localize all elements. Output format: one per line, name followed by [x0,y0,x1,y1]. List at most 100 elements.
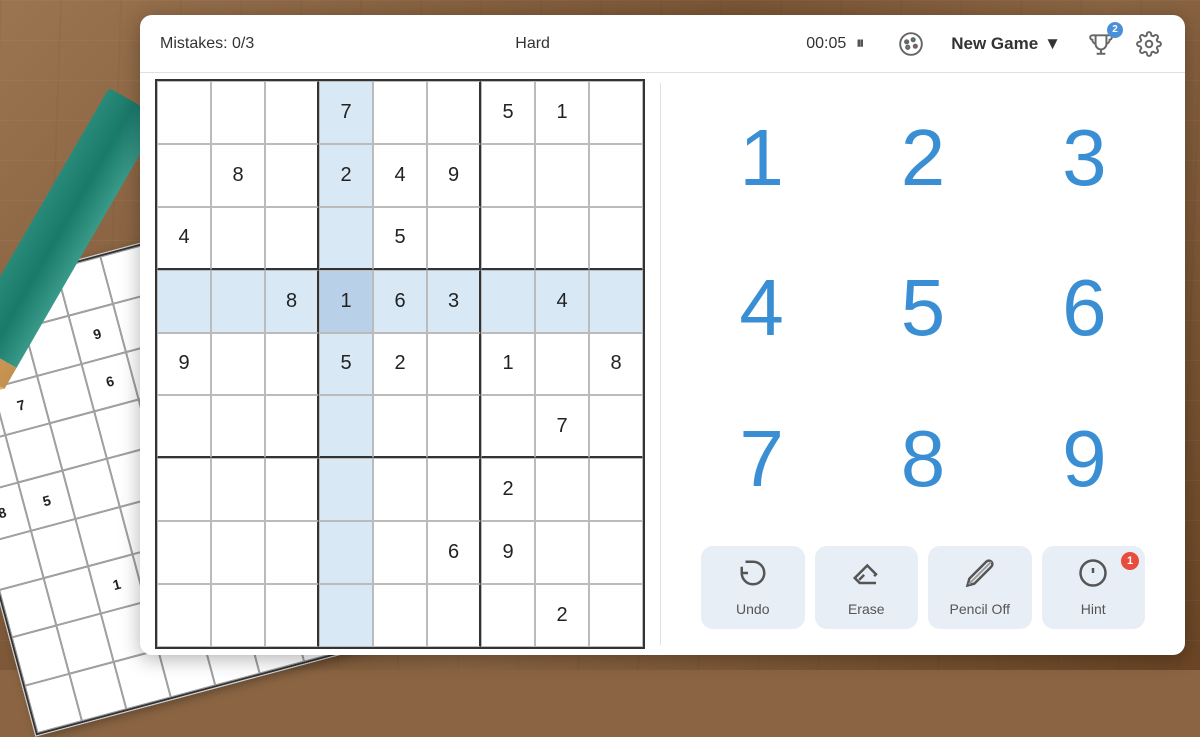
sudoku-cell[interactable]: 9 [157,333,211,396]
sudoku-cell[interactable] [319,584,373,647]
sudoku-cell[interactable]: 6 [427,521,481,584]
sudoku-cell[interactable] [589,584,643,647]
sudoku-cell[interactable]: 4 [157,207,211,270]
sudoku-cell[interactable] [589,458,643,521]
sudoku-cell[interactable]: 2 [535,584,589,647]
number-button-2[interactable]: 2 [842,83,1003,233]
sudoku-cell[interactable] [157,521,211,584]
sudoku-cell[interactable] [589,81,643,144]
sudoku-cell[interactable] [157,458,211,521]
sudoku-cell[interactable] [211,584,265,647]
sudoku-cell[interactable] [157,395,211,458]
sudoku-cell[interactable]: 7 [319,81,373,144]
sudoku-cell[interactable] [319,207,373,270]
sudoku-cell[interactable] [211,270,265,333]
number-button-5[interactable]: 5 [842,233,1003,383]
sudoku-cell[interactable]: 8 [211,144,265,207]
sudoku-cell[interactable] [265,81,319,144]
sudoku-cell[interactable] [427,458,481,521]
settings-button[interactable] [1133,28,1165,60]
number-button-6[interactable]: 6 [1004,233,1165,383]
sudoku-cell[interactable] [481,395,535,458]
sudoku-cell[interactable] [265,144,319,207]
sudoku-cell[interactable] [373,395,427,458]
sudoku-cell[interactable] [265,333,319,396]
sudoku-cell[interactable] [589,144,643,207]
pencil-button[interactable]: Pencil Off [928,546,1032,629]
pause-button[interactable]: ⏸ [856,35,864,53]
trophy-button[interactable]: 2 [1085,28,1117,60]
number-button-9[interactable]: 9 [1004,384,1165,534]
sudoku-cell[interactable] [265,458,319,521]
erase-button[interactable]: Erase [815,546,919,629]
sudoku-cell[interactable] [319,521,373,584]
sudoku-cell[interactable] [535,144,589,207]
sudoku-cell[interactable]: 4 [373,144,427,207]
sudoku-cell[interactable] [319,395,373,458]
sudoku-cell[interactable] [265,521,319,584]
number-button-1[interactable]: 1 [681,83,842,233]
sudoku-cell[interactable] [211,458,265,521]
sudoku-cell[interactable]: 1 [481,333,535,396]
sudoku-cell[interactable]: 6 [373,270,427,333]
sudoku-cell[interactable] [211,207,265,270]
hint-button[interactable]: Hint1 [1042,546,1146,629]
new-game-button[interactable]: New Game ▼ [943,30,1069,58]
sudoku-cell[interactable]: 9 [427,144,481,207]
sudoku-cell[interactable] [265,584,319,647]
sudoku-cell[interactable]: 2 [373,333,427,396]
sudoku-cell[interactable] [589,270,643,333]
sudoku-cell[interactable] [589,395,643,458]
sudoku-cell[interactable] [481,207,535,270]
sudoku-cell[interactable] [211,333,265,396]
theme-icon[interactable] [895,28,927,60]
sudoku-cell[interactable] [589,207,643,270]
sudoku-cell[interactable] [157,270,211,333]
sudoku-cell[interactable] [427,395,481,458]
sudoku-cell[interactable] [211,81,265,144]
sudoku-cell[interactable] [589,521,643,584]
sudoku-cell[interactable]: 5 [373,207,427,270]
sudoku-cell[interactable]: 4 [535,270,589,333]
sudoku-cell[interactable] [157,144,211,207]
sudoku-cell[interactable] [427,333,481,396]
number-button-4[interactable]: 4 [681,233,842,383]
number-button-7[interactable]: 7 [681,384,842,534]
sudoku-cell[interactable] [535,207,589,270]
sudoku-cell[interactable] [373,584,427,647]
sudoku-cell[interactable] [535,458,589,521]
sudoku-cell[interactable]: 7 [535,395,589,458]
sudoku-cell[interactable] [373,458,427,521]
sudoku-cell[interactable] [157,81,211,144]
sudoku-cell[interactable] [535,333,589,396]
sudoku-cell[interactable]: 5 [481,81,535,144]
sudoku-cell[interactable] [157,584,211,647]
sudoku-cell[interactable] [373,521,427,584]
sudoku-cell[interactable]: 2 [481,458,535,521]
number-button-3[interactable]: 3 [1004,83,1165,233]
sudoku-cell[interactable] [481,270,535,333]
sudoku-cell[interactable] [211,395,265,458]
sudoku-cell[interactable] [211,521,265,584]
sudoku-cell[interactable] [427,584,481,647]
number-button-8[interactable]: 8 [842,384,1003,534]
sudoku-cell[interactable] [481,584,535,647]
sudoku-cell[interactable] [535,521,589,584]
sudoku-cell[interactable]: 1 [535,81,589,144]
sudoku-cell[interactable]: 8 [265,270,319,333]
sudoku-cell[interactable] [265,207,319,270]
sudoku-cell[interactable] [373,81,427,144]
sudoku-cell[interactable] [427,81,481,144]
sudoku-cell[interactable] [481,144,535,207]
sudoku-cell[interactable]: 2 [319,144,373,207]
sudoku-cell[interactable]: 9 [481,521,535,584]
sudoku-cell[interactable]: 8 [589,333,643,396]
sudoku-cell[interactable] [427,207,481,270]
sudoku-cell[interactable] [319,458,373,521]
undo-button[interactable]: Undo [701,546,805,629]
sudoku-cell[interactable]: 3 [427,270,481,333]
sudoku-cell[interactable] [265,395,319,458]
sudoku-grid[interactable]: 751824945816349521872692 [155,79,645,649]
sudoku-cell[interactable]: 5 [319,333,373,396]
sudoku-cell[interactable]: 1 [319,270,373,333]
